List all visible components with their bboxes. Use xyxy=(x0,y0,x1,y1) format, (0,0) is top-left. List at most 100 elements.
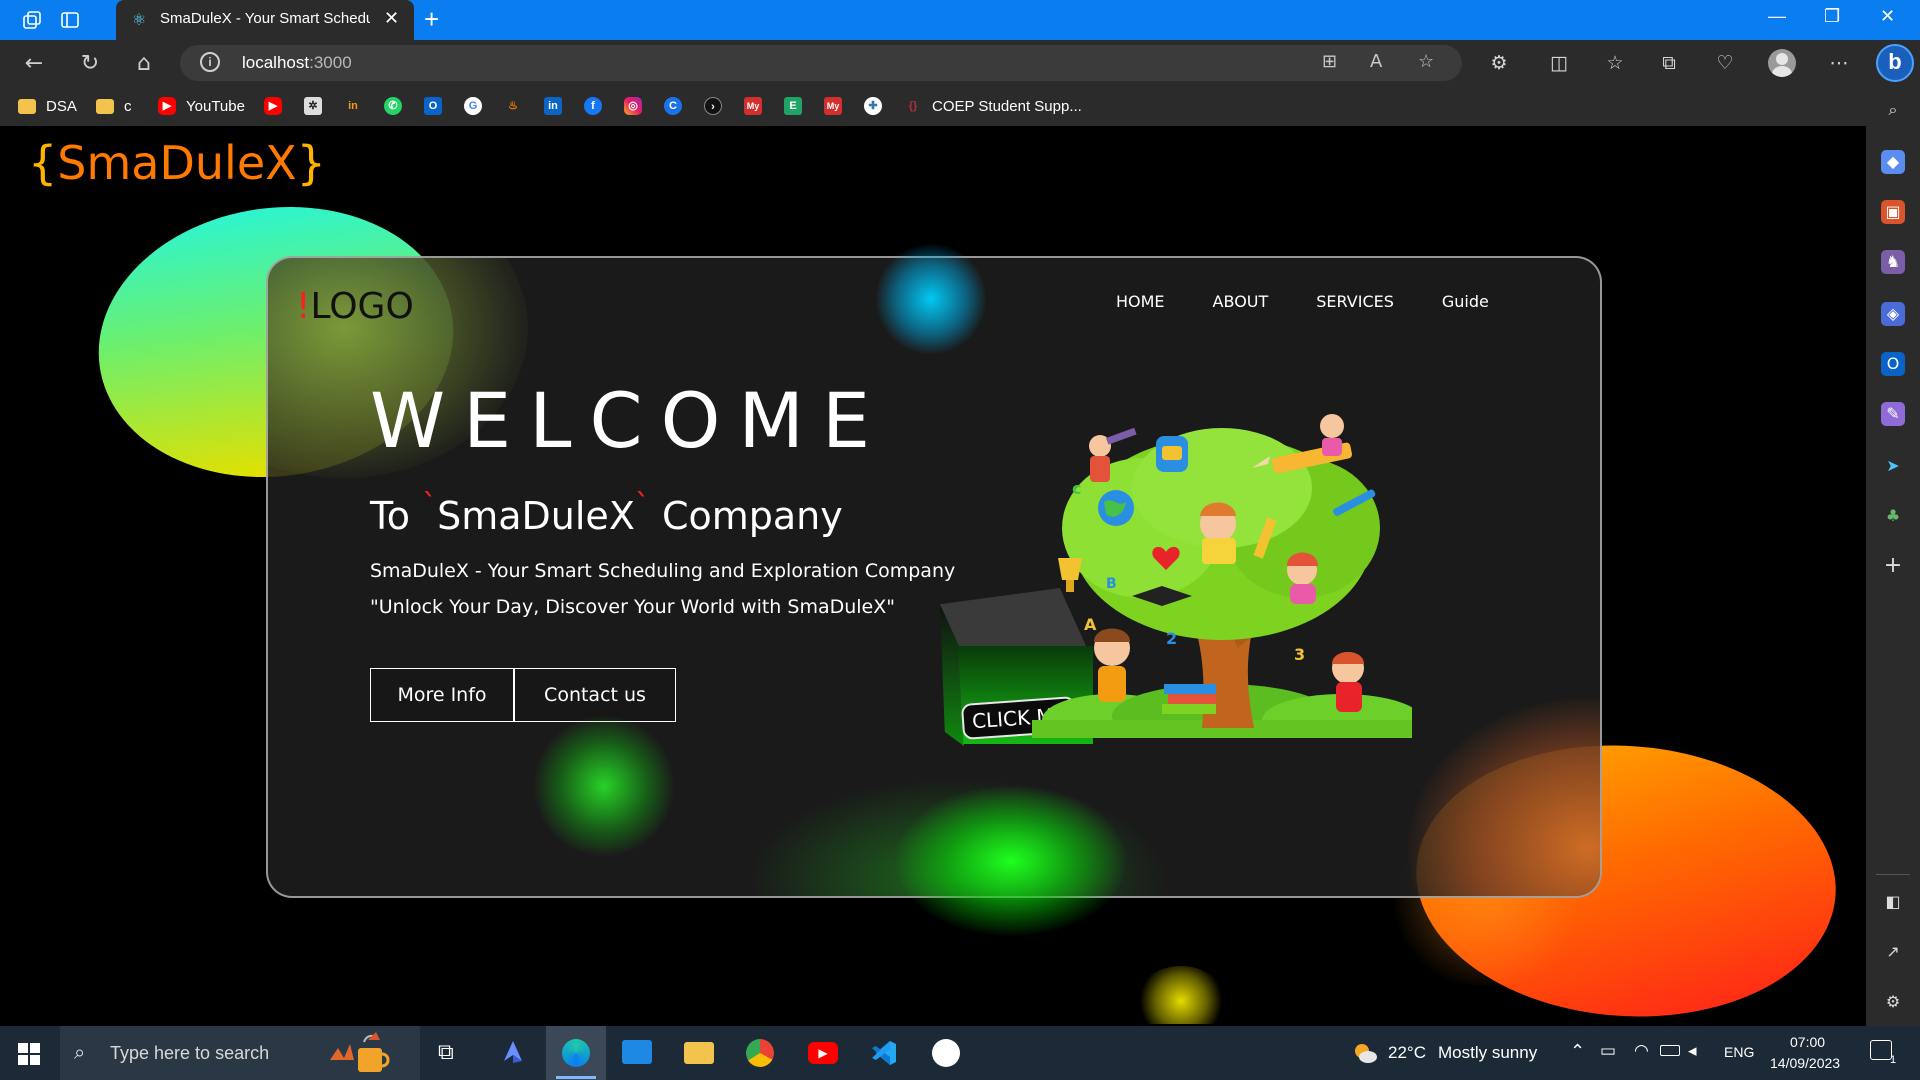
bookmark-canva[interactable]: C xyxy=(664,95,692,117)
language-indicator[interactable]: ENG xyxy=(1724,1044,1754,1060)
restore-button[interactable]: ❐ xyxy=(1824,6,1840,27)
close-window-button[interactable]: ✕ xyxy=(1880,6,1895,27)
youtube-app-icon[interactable]: ▶ xyxy=(808,1042,838,1064)
task-view-icon[interactable]: ⧉ xyxy=(438,1040,454,1065)
bookmark-excel[interactable]: E xyxy=(784,95,812,117)
bookmark-google[interactable]: G xyxy=(464,95,492,117)
bookmark-my-2[interactable]: My xyxy=(824,95,852,117)
taskbar-search-placeholder: Type here to search xyxy=(110,1043,270,1063)
chevron-up-icon[interactable]: ⌃ xyxy=(1570,1041,1585,1062)
outlook-icon[interactable]: O xyxy=(1881,352,1905,376)
nav-services[interactable]: SERVICES xyxy=(1316,292,1394,311)
contact-us-button[interactable]: Contact us xyxy=(514,668,676,722)
shopping-icon[interactable]: ◆ xyxy=(1881,150,1905,174)
bookmark-instagram[interactable]: ◎ xyxy=(624,95,652,117)
bookmark-youtube[interactable]: ▶ YouTube xyxy=(158,95,245,117)
bookmark-outlook[interactable]: O xyxy=(424,95,452,117)
network-icon[interactable]: ▭ xyxy=(1600,1041,1616,1061)
chatgpt-icon: ✲ xyxy=(304,97,322,115)
bookmark-chatgpt[interactable]: ✲ xyxy=(304,95,332,117)
profile-avatar[interactable] xyxy=(1768,49,1796,77)
favorite-star-icon[interactable]: ☆ xyxy=(1418,51,1434,72)
bookmark-python[interactable]: ✚ xyxy=(864,95,892,117)
bookmark-codechef[interactable]: ♨ xyxy=(504,95,532,117)
clock-date[interactable]: 14/09/2023 xyxy=(1770,1055,1840,1071)
new-tab-button[interactable]: + xyxy=(424,4,439,35)
browser-essentials-icon[interactable]: ♡ xyxy=(1712,50,1738,76)
search-icon[interactable]: ⌕ xyxy=(1881,98,1905,122)
open-external-icon[interactable]: ↗ xyxy=(1881,940,1905,964)
settings-icon[interactable]: ⚙ xyxy=(1881,990,1905,1014)
designer-icon[interactable]: ✎ xyxy=(1881,402,1905,426)
tab-actions-icon[interactable] xyxy=(58,8,82,32)
decor-glow-green-large xyxy=(896,786,1126,936)
office-icon[interactable]: ◈ xyxy=(1881,302,1905,326)
google-icon: G xyxy=(464,97,482,115)
wifi-icon[interactable]: ◠ xyxy=(1634,1041,1649,1061)
volume-icon[interactable]: ◂ xyxy=(1688,1041,1697,1061)
site-info-icon[interactable]: i xyxy=(200,52,220,72)
bookmark-arrow[interactable]: › xyxy=(704,95,732,117)
battery-icon[interactable] xyxy=(1660,1045,1680,1056)
windows-start-icon[interactable] xyxy=(18,1043,40,1065)
weather-icon xyxy=(1352,1042,1378,1064)
site-logo[interactable]: !LOGO xyxy=(296,286,414,327)
bookmark-my-1[interactable]: My xyxy=(744,95,772,117)
vscode-icon[interactable] xyxy=(870,1039,898,1067)
more-menu-icon[interactable]: ⋯ xyxy=(1826,50,1852,76)
collections-icon[interactable]: ⧉ xyxy=(1656,50,1682,76)
bookmark-youtube-2[interactable]: ▶ xyxy=(264,95,292,117)
nav-home[interactable]: HOME xyxy=(1116,292,1165,311)
bookmark-linkedin[interactable]: in xyxy=(544,95,572,117)
chrome-icon[interactable] xyxy=(746,1039,774,1067)
github-icon[interactable] xyxy=(932,1039,960,1067)
search-icon: ⌕ xyxy=(74,1040,86,1064)
bing-copilot-icon[interactable]: b xyxy=(1876,44,1914,82)
svg-text:2: 2 xyxy=(1166,629,1177,648)
extensions-icon[interactable]: ⚙ xyxy=(1486,50,1512,76)
mail-icon[interactable] xyxy=(622,1040,652,1064)
send-icon[interactable]: ➤ xyxy=(1881,454,1905,478)
workspaces-icon[interactable] xyxy=(20,8,44,32)
active-indicator xyxy=(556,1076,596,1079)
minimize-button[interactable]: — xyxy=(1768,6,1786,27)
bookmark-whatsapp[interactable]: ✆ xyxy=(384,95,412,117)
add-icon[interactable]: + xyxy=(1881,554,1905,578)
brand-logo[interactable]: {SmaDuleX} xyxy=(28,136,326,190)
weather-desc[interactable]: Mostly sunny xyxy=(1438,1043,1537,1063)
decor-glow-cyan xyxy=(876,244,986,354)
clock-time[interactable]: 07:00 xyxy=(1790,1034,1825,1050)
taskbar-edge[interactable] xyxy=(546,1026,606,1080)
back-icon[interactable]: ← xyxy=(20,49,48,77)
taskbar-search-box[interactable]: ⌕ Type here to search xyxy=(60,1026,420,1080)
bookmark-folder-c[interactable]: c xyxy=(96,95,132,117)
browser-tab-active[interactable]: ⚛ SmaDuleX - Your Smart Scheduli ✕ xyxy=(116,0,414,40)
bookmark-coep[interactable]: {} COEP Student Supp... xyxy=(904,95,1082,117)
favorites-icon[interactable]: ☆ xyxy=(1602,50,1628,76)
home-icon[interactable]: ⌂ xyxy=(130,49,158,77)
tree-icon[interactable]: ♣ xyxy=(1881,504,1905,528)
close-tab-icon[interactable]: ✕ xyxy=(384,8,399,29)
weather-temp[interactable]: 22°C xyxy=(1388,1043,1426,1063)
split-screen-icon[interactable]: ◫ xyxy=(1546,50,1572,76)
notifications-icon[interactable] xyxy=(1870,1040,1892,1060)
url-text[interactable]: localhost:3000 xyxy=(242,53,352,73)
file-explorer-icon[interactable] xyxy=(684,1042,714,1064)
copilot-taskbar-icon[interactable] xyxy=(500,1039,526,1065)
tools-icon[interactable]: ▣ xyxy=(1881,200,1905,224)
nav-about[interactable]: ABOUT xyxy=(1213,292,1269,311)
read-aloud-icon[interactable]: A xyxy=(1370,51,1382,72)
address-bar[interactable]: i localhost:3000 ⊞ A ☆ xyxy=(180,45,1462,81)
bookmark-folder-dsa[interactable]: DSA xyxy=(18,95,77,117)
bookmark-facebook[interactable]: f xyxy=(584,95,612,117)
bookmark-in[interactable]: in xyxy=(344,95,372,117)
hide-sidebar-icon[interactable]: ◧ xyxy=(1881,890,1905,914)
facebook-icon: f xyxy=(584,97,602,115)
games-icon[interactable]: ♞ xyxy=(1881,250,1905,274)
refresh-icon[interactable]: ↻ xyxy=(76,49,104,77)
outlook-icon: O xyxy=(424,97,442,115)
nav-guide[interactable]: Guide xyxy=(1442,292,1489,311)
more-info-button[interactable]: More Info xyxy=(370,668,514,722)
app-available-icon[interactable]: ⊞ xyxy=(1322,51,1337,72)
decor-glow-yellow xyxy=(1136,966,1226,1024)
